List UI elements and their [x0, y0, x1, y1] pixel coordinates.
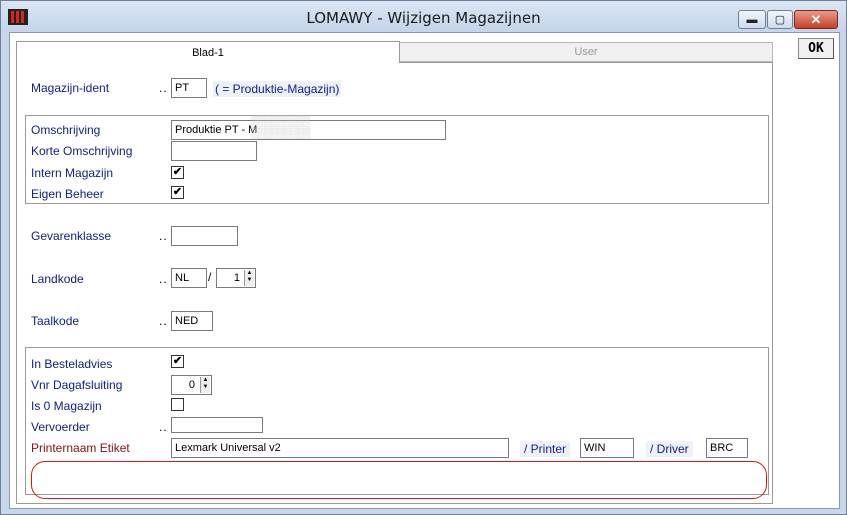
in-besteladvies-checkbox[interactable]: ✔: [171, 355, 184, 368]
is-0-magazijn-label: Is 0 Magazijn: [31, 399, 102, 413]
window-title: LOMAWY - Wijzigen Magazijnen: [306, 9, 541, 27]
landkode-label: Landkode: [31, 272, 84, 286]
driver-input[interactable]: BRC: [706, 438, 748, 458]
vervoerder-dots: ..: [159, 420, 168, 434]
gevarenklasse-dots: ..: [159, 229, 168, 243]
maximize-icon: ▢: [774, 14, 786, 26]
vnr-dagafsluiting-label: Vnr Dagafsluiting: [31, 378, 123, 392]
is-0-magazijn-checkbox[interactable]: [171, 398, 184, 411]
intern-magazijn-label: Intern Magazijn: [31, 166, 114, 180]
faded-overlay-text: ▒▒▒▒▒▒▒▒▒: [251, 128, 311, 139]
application-window: LOMAWY - Wijzigen Magazijnen ▬ ▢ ✕ Blad-…: [0, 0, 847, 515]
minimize-button[interactable]: ▬: [738, 10, 766, 29]
client-area: Blad-1 User OK Magazijn-ident .. PT ( = …: [9, 32, 840, 509]
spinner-arrows-icon[interactable]: ▲ ▼: [200, 377, 210, 393]
tab-blad-1[interactable]: Blad-1: [16, 41, 400, 63]
taalkode-dots: ..: [159, 314, 168, 328]
maximize-button[interactable]: ▢: [767, 10, 793, 29]
tab-panel: Magazijn-ident .. PT ( = Produktie-Magaz…: [16, 62, 773, 504]
magazijn-ident-input[interactable]: PT: [171, 78, 207, 98]
gevarenklasse-input[interactable]: [171, 226, 238, 246]
korte-omschrijving-label: Korte Omschrijving: [31, 144, 133, 158]
printer-label: / Printer: [520, 441, 571, 457]
landkode-dots: ..: [159, 272, 168, 286]
vervoerder-label: Vervoerder: [31, 420, 90, 434]
intern-magazijn-checkbox[interactable]: ✔: [171, 166, 184, 179]
landkode-number-value: 1: [233, 272, 240, 284]
eigen-beheer-checkbox[interactable]: ✔: [171, 186, 184, 199]
magazijn-ident-label: Magazijn-ident: [31, 81, 110, 95]
vervoerder-input[interactable]: [171, 417, 263, 433]
magazijn-ident-description: ( = Produktie-Magazijn): [213, 81, 342, 97]
spinner-arrows-icon[interactable]: ▲ ▼: [244, 270, 254, 286]
taalkode-label: Taalkode: [31, 314, 80, 328]
highlight-ring: [31, 461, 767, 499]
close-icon: ✕: [810, 11, 822, 27]
vnr-dagafsluiting-value: 0: [188, 379, 195, 391]
gevarenklasse-label: Gevarenklasse: [31, 229, 112, 243]
printernaam-etiket-input[interactable]: Lexmark Universal v2: [171, 438, 509, 458]
driver-label: / Driver: [646, 441, 693, 457]
ok-button[interactable]: OK: [798, 38, 834, 59]
taalkode-input[interactable]: NED: [171, 311, 213, 331]
faded-overlay-text: ▒▒▒▒▒▒▒▒▒: [251, 116, 311, 127]
tab-user[interactable]: User: [399, 42, 773, 62]
landkode-input[interactable]: NL: [171, 268, 207, 288]
eigen-beheer-label: Eigen Beheer: [31, 187, 104, 201]
magazijn-ident-dots: ..: [159, 81, 168, 95]
landkode-separator: /: [208, 270, 212, 284]
vnr-dagafsluiting-spinner[interactable]: 0 ▲ ▼: [171, 375, 212, 395]
omschrijving-label: Omschrijving: [31, 123, 101, 137]
minimize-icon: ▬: [746, 13, 758, 26]
korte-omschrijving-input[interactable]: [171, 141, 257, 161]
landkode-number-spinner[interactable]: 1 ▲ ▼: [216, 268, 256, 288]
title-bar[interactable]: LOMAWY - Wijzigen Magazijnen ▬ ▢ ✕: [1, 1, 846, 31]
close-button[interactable]: ✕: [794, 10, 838, 29]
printer-input[interactable]: WIN: [580, 438, 634, 458]
printernaam-etiket-label: Printernaam Etiket: [31, 441, 130, 455]
in-besteladvies-label: In Besteladvies: [31, 357, 113, 371]
